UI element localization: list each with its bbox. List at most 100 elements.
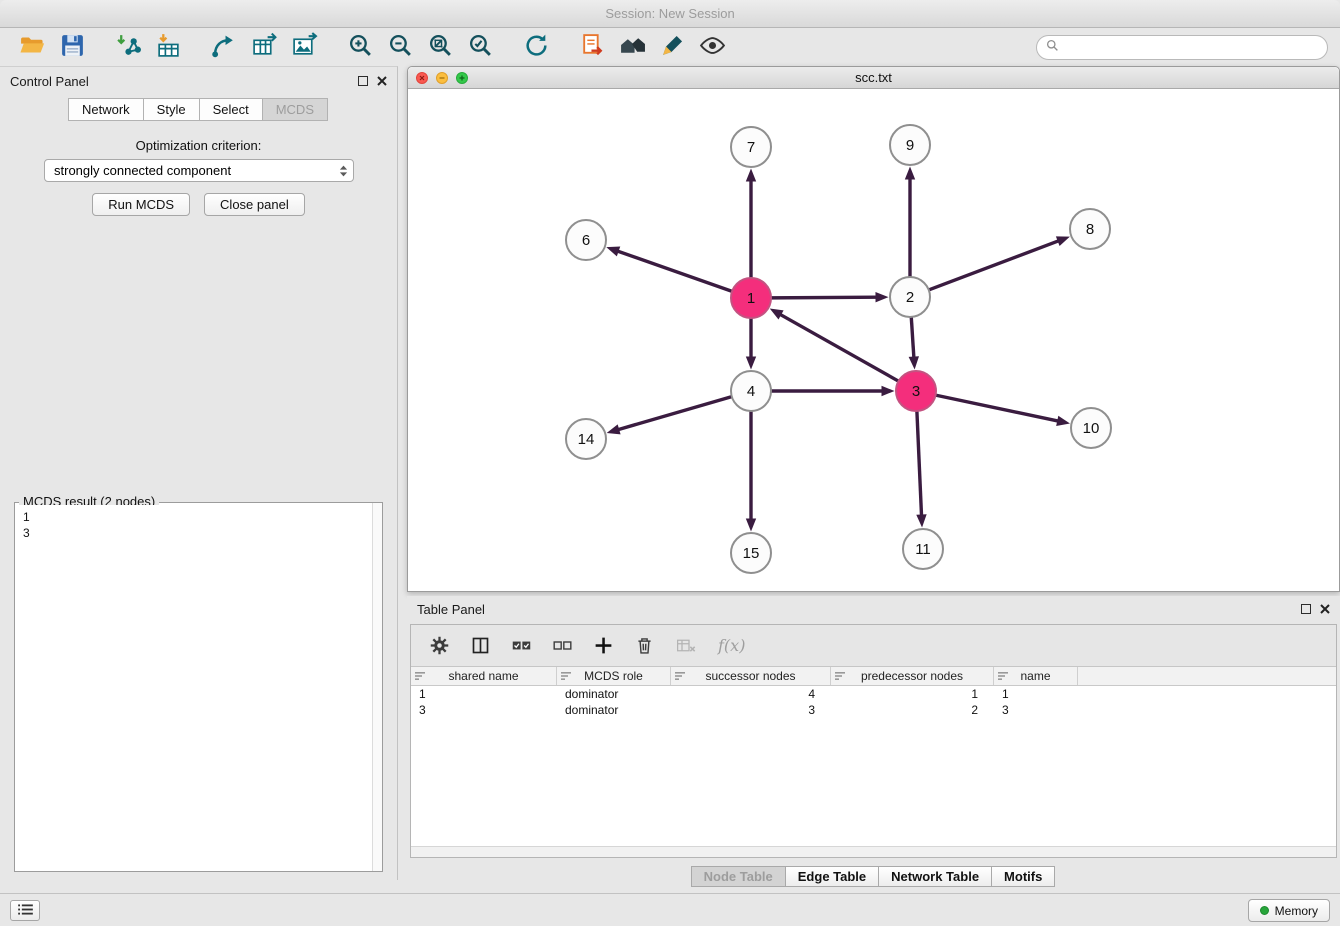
table-row[interactable]: 3dominator323 <box>411 702 1336 718</box>
optimization-criterion-select[interactable]: strongly connected component <box>44 159 354 182</box>
column-header-shared-name[interactable]: shared name <box>411 667 557 685</box>
table-hscrollbar[interactable] <box>411 846 1336 857</box>
graph-edge-3-10[interactable] <box>936 395 1059 421</box>
memory-button[interactable]: Memory <box>1248 899 1330 922</box>
delete-table-icon[interactable] <box>673 634 697 658</box>
graph-node-2[interactable]: 2 <box>890 277 930 317</box>
tab-mcds[interactable]: MCDS <box>262 98 328 121</box>
zoom-in-button[interactable] <box>340 32 380 64</box>
tab-network[interactable]: Network <box>68 98 144 121</box>
search-input[interactable] <box>1064 40 1318 55</box>
network-window-titlebar[interactable]: scc.txt <box>408 67 1339 89</box>
graph-edge-2-3[interactable] <box>911 317 914 358</box>
zoom-out-button[interactable] <box>380 32 420 64</box>
graph-node-14[interactable]: 14 <box>566 419 606 459</box>
zoom-window-icon[interactable] <box>456 72 468 84</box>
network-graph: 7 9 6 8 1 2 4 3 14 10 15 11 <box>408 89 1339 591</box>
folder-icon <box>19 32 46 64</box>
network-file-button[interactable] <box>572 32 612 64</box>
tab-select[interactable]: Select <box>199 98 263 121</box>
refresh-layout-button[interactable] <box>516 32 556 64</box>
open-session-button[interactable] <box>12 32 52 64</box>
gear-icon[interactable] <box>427 634 451 658</box>
save-session-button[interactable] <box>52 32 92 64</box>
graph-node-6[interactable]: 6 <box>566 220 606 260</box>
export-image-button[interactable] <box>284 32 324 64</box>
tab-node-table[interactable]: Node Table <box>691 866 786 887</box>
close-panel-button[interactable]: Close panel <box>204 193 305 216</box>
tab-style[interactable]: Style <box>143 98 200 121</box>
tab-edge-table[interactable]: Edge Table <box>785 866 879 887</box>
graph-edge-1-6[interactable] <box>618 251 733 291</box>
zoom-fit-button[interactable] <box>420 32 460 64</box>
close-window-icon[interactable] <box>416 72 428 84</box>
network-canvas[interactable]: 7 9 6 8 1 2 4 3 14 10 15 11 <box>408 89 1339 591</box>
eye-button[interactable] <box>692 32 732 64</box>
column-header-label: successor nodes <box>705 669 795 683</box>
column-header-successor-nodes[interactable]: successor nodes <box>671 667 831 685</box>
zoom-selected-button[interactable] <box>460 32 500 64</box>
select-all-icon[interactable] <box>509 634 533 658</box>
table-panel-header: Table Panel <box>407 596 1340 622</box>
table-cell: 3 <box>671 702 831 718</box>
table-cell: 1 <box>831 686 994 702</box>
column-header-name[interactable]: name <box>994 667 1078 685</box>
graph-node-8[interactable]: 8 <box>1070 209 1110 249</box>
zoom-fit-icon <box>427 32 454 64</box>
column-header-predecessor-nodes[interactable]: predecessor nodes <box>831 667 994 685</box>
float-table-panel-icon[interactable] <box>1301 604 1311 614</box>
graph-edge-3-1[interactable] <box>780 314 898 381</box>
graph-node-1[interactable]: 1 <box>731 278 771 318</box>
tab-motifs[interactable]: Motifs <box>991 866 1055 887</box>
graph-edge-4-14[interactable] <box>618 397 732 430</box>
homes-button[interactable] <box>612 32 652 64</box>
column-header-mcds-role[interactable]: MCDS role <box>557 667 671 685</box>
graph-node-4[interactable]: 4 <box>731 371 771 411</box>
table-row[interactable]: 1dominator411 <box>411 686 1336 702</box>
graph-edge-1-2[interactable] <box>771 297 877 298</box>
export-network-button[interactable] <box>204 32 244 64</box>
import-network-button[interactable] <box>108 32 148 64</box>
function-icon[interactable]: f(x) <box>714 636 745 655</box>
export-table-button[interactable] <box>244 32 284 64</box>
import-table-button[interactable] <box>148 32 188 64</box>
dropdown-value: strongly connected component <box>54 163 231 178</box>
task-history-button[interactable] <box>10 900 40 921</box>
graph-node-11[interactable]: 11 <box>903 529 943 569</box>
graph-node-10[interactable]: 10 <box>1071 408 1111 448</box>
svg-text:1: 1 <box>747 290 755 307</box>
tab-network-table[interactable]: Network Table <box>878 866 992 887</box>
graph-edge-arrow <box>746 357 756 370</box>
refresh-icon <box>523 32 550 64</box>
graph-node-15[interactable]: 15 <box>731 533 771 573</box>
search-box[interactable] <box>1036 35 1328 60</box>
graph-edge-arrow <box>916 514 926 527</box>
add-icon[interactable] <box>591 634 615 658</box>
table-panel: Table Panel f(x) shared name MCDS role suc… <box>407 596 1340 890</box>
graph-edge-arrow <box>1056 236 1070 246</box>
graph-edge-arrow <box>746 519 756 532</box>
close-panel-icon[interactable] <box>377 76 387 86</box>
svg-text:10: 10 <box>1083 420 1100 437</box>
mcds-result-line: 1 <box>23 509 364 525</box>
pencil-button[interactable] <box>652 32 692 64</box>
minimize-window-icon[interactable] <box>436 72 448 84</box>
control-panel: Control Panel NetworkStyleSelectMCDS Opt… <box>0 66 398 880</box>
table-cell: dominator <box>557 702 671 718</box>
svg-text:2: 2 <box>906 289 914 306</box>
graph-node-7[interactable]: 7 <box>731 127 771 167</box>
float-panel-icon[interactable] <box>358 76 368 86</box>
deselect-all-icon[interactable] <box>550 634 574 658</box>
graph-node-9[interactable]: 9 <box>890 125 930 165</box>
graph-edge-3-11[interactable] <box>917 411 922 516</box>
run-mcds-button[interactable]: Run MCDS <box>92 193 190 216</box>
trash-icon[interactable] <box>632 634 656 658</box>
close-table-panel-icon[interactable] <box>1320 604 1330 614</box>
columns-icon[interactable] <box>468 634 492 658</box>
optimization-criterion-label: Optimization criterion: <box>0 138 397 153</box>
graph-edge-2-8[interactable] <box>929 241 1059 290</box>
graph-node-3[interactable]: 3 <box>896 371 936 411</box>
result-scrollbar[interactable] <box>372 503 382 871</box>
column-header-label: shared name <box>448 669 518 683</box>
table-cell: dominator <box>557 686 671 702</box>
